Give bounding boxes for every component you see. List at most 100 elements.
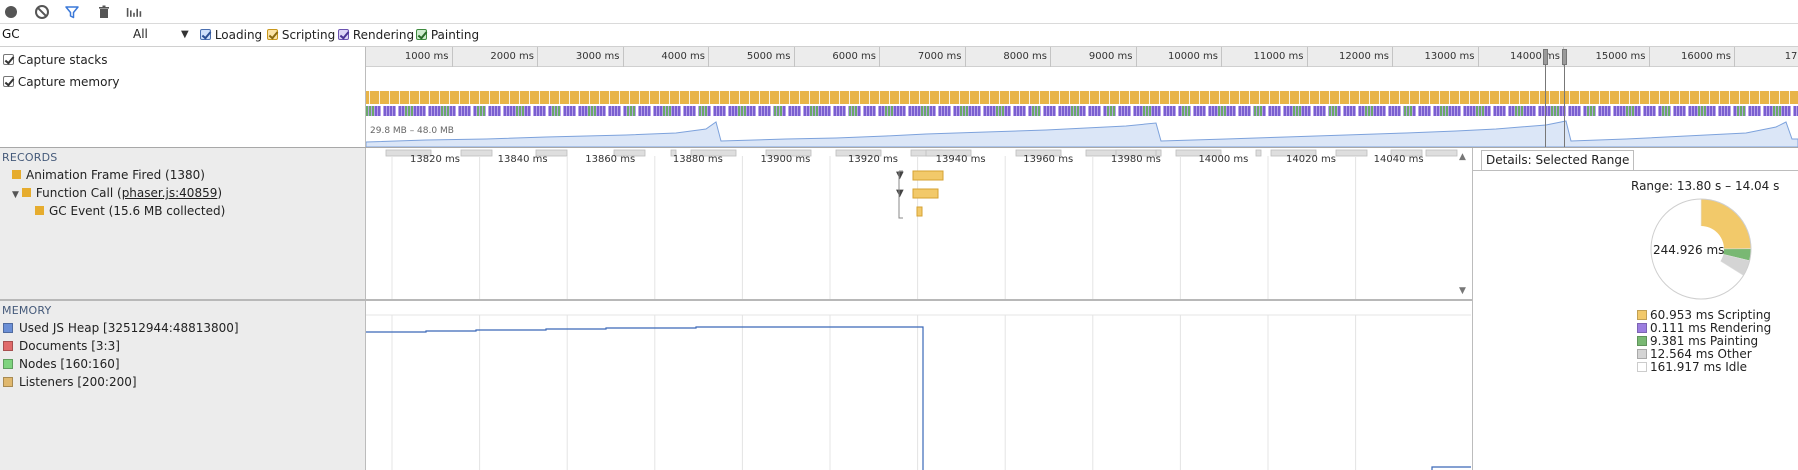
flame-chart-icon[interactable]: [126, 4, 142, 20]
strip-tick: [1737, 106, 1739, 116]
selection-handle-left[interactable]: [1543, 49, 1548, 65]
range-label: Range: 13.80 s – 14.04 s: [1631, 179, 1780, 193]
filter-icon[interactable]: [64, 4, 80, 20]
strip-tick: [408, 106, 410, 116]
scroll-down-icon[interactable]: ▼: [1459, 286, 1466, 296]
expand-triangle-icon[interactable]: ▼: [12, 190, 19, 200]
overview-ruler-label: 14000 ms: [1510, 51, 1560, 62]
strip-tick: [1617, 106, 1619, 116]
strip-tick: [993, 106, 995, 116]
strip-tick: [1047, 106, 1049, 116]
strip-tick: [1356, 106, 1358, 116]
record-animation-frame[interactable]: Animation Frame Fired (1380): [12, 168, 205, 182]
record-function-call[interactable]: ▼ Function Call (phaser.js:40859): [12, 186, 222, 200]
strip-tick: [1335, 106, 1337, 116]
strip-tick: [903, 106, 905, 116]
strip-tick: [1671, 106, 1673, 116]
strip-tick: [1248, 106, 1250, 116]
records-title: RECORDS: [2, 151, 58, 164]
strip-gap: [1109, 91, 1110, 104]
category-dropdown[interactable]: All: [133, 27, 148, 41]
strip-tick: [492, 106, 494, 116]
counter-js-heap[interactable]: Used JS Heap [32512944:48813800]: [3, 321, 239, 335]
strip-tick: [1395, 106, 1397, 116]
record-icon[interactable]: [3, 4, 19, 20]
strip-tick: [1377, 106, 1379, 116]
strip-tick: [1635, 106, 1637, 116]
strip-gap: [989, 91, 990, 104]
selection-handle-right[interactable]: [1562, 49, 1567, 65]
counter-documents[interactable]: Documents [3:3]: [3, 339, 120, 353]
frame-marker: [460, 149, 493, 157]
strip-tick: [1548, 106, 1550, 116]
overview-scripting-strip[interactable]: [366, 91, 1798, 104]
strip-tick: [930, 106, 932, 116]
strip-tick: [888, 106, 890, 116]
strip-tick: [453, 106, 455, 116]
strip-tick: [546, 106, 548, 116]
strip-tick: [1206, 106, 1208, 116]
strip-tick: [855, 106, 857, 116]
strip-tick: [1260, 106, 1262, 116]
strip-tick: [423, 106, 425, 116]
strip-tick: [750, 106, 752, 116]
strip-tick: [1488, 106, 1490, 116]
painting-checkbox[interactable]: Painting: [416, 28, 479, 42]
strip-tick: [1089, 106, 1091, 116]
strip-gap: [1259, 91, 1260, 104]
strip-tick: [1389, 106, 1391, 116]
clear-icon[interactable]: [34, 4, 50, 20]
strip-tick: [1182, 106, 1184, 116]
overview-ruler-label: 7000 ms: [917, 51, 962, 62]
strip-tick: [663, 106, 665, 116]
strip-gap: [1009, 91, 1010, 104]
overview-rendering-strip[interactable]: [366, 106, 1798, 116]
records-timeline[interactable]: 13820 ms 13840 ms 13860 ms 13880 ms 13900 ms…: [366, 148, 1471, 299]
strip-gap: [699, 91, 700, 104]
strip-tick: [1014, 106, 1016, 116]
strip-tick: [486, 106, 488, 116]
counter-nodes[interactable]: Nodes [160:160]: [3, 357, 120, 371]
overview-ruler[interactable]: 1000 ms 2000 ms 3000 ms 4000 ms 5000 ms 6000 …: [366, 47, 1798, 67]
strip-tick: [1245, 106, 1247, 116]
strip-gap: [1529, 91, 1530, 104]
trash-icon[interactable]: [96, 4, 112, 20]
strip-tick: [1476, 106, 1478, 116]
strip-tick: [1773, 106, 1775, 116]
memory-graph[interactable]: [366, 301, 1471, 470]
strip-tick: [864, 106, 866, 116]
capture-stacks-checkbox[interactable]: Capture stacks: [3, 53, 107, 67]
capture-memory-checkbox[interactable]: Capture memory: [3, 75, 120, 89]
strip-tick: [1140, 106, 1142, 116]
strip-gap: [1019, 91, 1020, 104]
loading-checkbox[interactable]: Loading: [200, 28, 262, 42]
counter-listeners[interactable]: Listeners [200:200]: [3, 375, 137, 389]
overview-memory-graph[interactable]: 29.8 MB – 48.0 MB: [366, 117, 1798, 147]
strip-tick: [921, 106, 923, 116]
strip-tick: [978, 106, 980, 116]
strip-tick: [1530, 106, 1532, 116]
search-input[interactable]: GC: [2, 27, 20, 41]
counter-label: Nodes [160:160]: [19, 357, 120, 371]
scroll-up-icon[interactable]: ▲: [1459, 152, 1466, 162]
strip-tick: [966, 106, 968, 116]
record-gc-event[interactable]: GC Event (15.6 MB collected): [35, 204, 225, 218]
strip-tick: [1611, 106, 1613, 116]
strip-tick: [1326, 106, 1328, 116]
strip-tick: [804, 106, 806, 116]
details-tab[interactable]: Details: Selected Range: [1481, 150, 1635, 170]
strip-tick: [1137, 106, 1139, 116]
strip-tick: [396, 106, 398, 116]
strip-tick: [1539, 106, 1541, 116]
overview-ruler-label: 2000 ms: [490, 51, 534, 62]
strip-tick: [1584, 106, 1586, 116]
rendering-checkbox[interactable]: Rendering: [338, 28, 414, 42]
source-link[interactable]: phaser.js:40859: [122, 186, 218, 200]
strip-tick: [1569, 106, 1571, 116]
strip-tick: [1041, 106, 1043, 116]
overview-ruler-label: 17000: [1784, 51, 1798, 62]
chevron-down-icon[interactable]: ▼: [181, 29, 189, 40]
scripting-checkbox[interactable]: Scripting: [267, 28, 335, 42]
capture-memory-label: Capture memory: [17, 75, 120, 89]
strip-tick: [1341, 106, 1343, 116]
